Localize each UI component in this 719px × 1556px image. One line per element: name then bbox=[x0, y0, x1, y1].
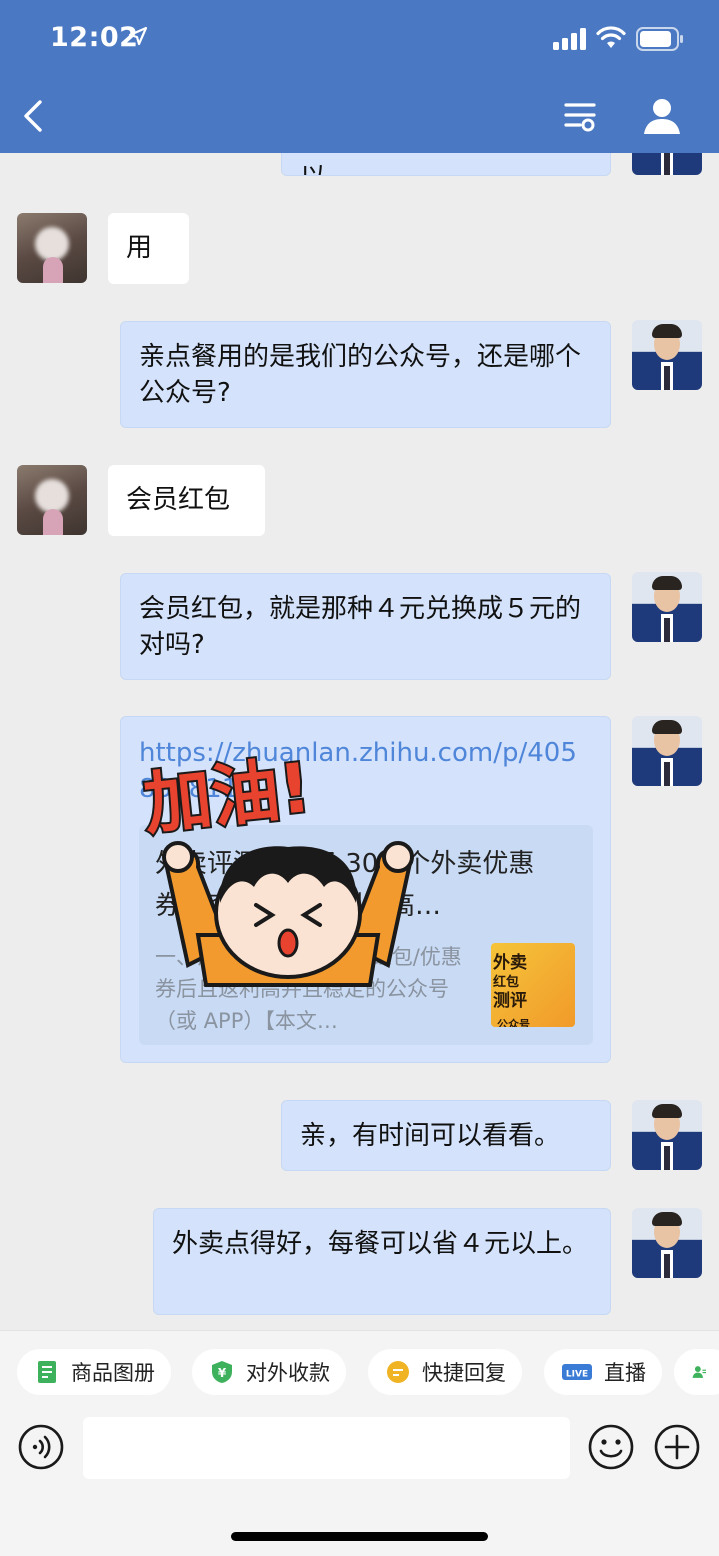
quick-action-label: 直播 bbox=[604, 1361, 646, 1385]
quick-action-quick-reply[interactable]: 快捷回复 bbox=[368, 1349, 522, 1395]
quick-action-live[interactable]: LIVE 直播 bbox=[544, 1349, 662, 1395]
wifi-icon bbox=[596, 26, 626, 48]
my-avatar[interactable] bbox=[632, 320, 702, 390]
message-bubble-outgoing[interactable]: 亲，有时间可以看看。 bbox=[281, 1100, 611, 1171]
link-card-thumbnail: 外卖 红包 测评 公众号 bbox=[491, 943, 575, 1027]
message-bubble-incoming[interactable]: 用 bbox=[108, 213, 189, 284]
cellular-signal-icon bbox=[553, 28, 586, 50]
cheer-sticker-graphic: 加油! bbox=[138, 747, 414, 987]
location-arrow-icon bbox=[128, 26, 148, 46]
contact-avatar[interactable] bbox=[17, 213, 87, 283]
message-text: 亲，如果有需要的话也可以 bbox=[300, 153, 586, 175]
header-bar: 12:02 bbox=[0, 0, 719, 153]
album-icon bbox=[38, 1361, 56, 1383]
contact-icon bbox=[692, 1366, 706, 1378]
home-indicator[interactable] bbox=[231, 1532, 488, 1541]
my-avatar[interactable] bbox=[632, 153, 702, 175]
cheer-sticker[interactable]: 加油! bbox=[138, 735, 438, 995]
message-input[interactable] bbox=[83, 1417, 570, 1479]
contact-avatar[interactable] bbox=[17, 465, 87, 535]
svg-text:LIVE: LIVE bbox=[566, 1370, 588, 1380]
message-bubble-outgoing[interactable]: 会员红包，就是那种４元兑换成５元的对吗? bbox=[120, 573, 611, 680]
message-text: 会员红包，就是那种４元兑换成５元的对吗? bbox=[139, 594, 582, 660]
my-avatar[interactable] bbox=[632, 1100, 702, 1170]
quick-reply-icon bbox=[387, 1361, 409, 1383]
my-avatar[interactable] bbox=[632, 716, 702, 786]
quick-action-collect-payment[interactable]: ¥ 对外收款 bbox=[192, 1349, 346, 1395]
message-bubble-outgoing[interactable]: 外卖点得好，每餐可以省４元以上。 bbox=[153, 1208, 611, 1315]
quick-action-product-album[interactable]: 商品图册 bbox=[17, 1349, 171, 1395]
live-icon: LIVE bbox=[562, 1364, 592, 1380]
svg-text:¥: ¥ bbox=[218, 1366, 227, 1380]
back-chevron-icon[interactable] bbox=[18, 96, 48, 136]
emoji-icon[interactable] bbox=[588, 1424, 634, 1470]
message-bubble-outgoing[interactable]: 亲，如果有需要的话也可以 bbox=[281, 153, 611, 176]
voice-input-icon[interactable] bbox=[18, 1424, 64, 1470]
chat-settings-icon[interactable] bbox=[562, 98, 598, 134]
my-avatar[interactable] bbox=[632, 1208, 702, 1278]
status-time: 12:02 bbox=[50, 22, 139, 53]
message-text: 亲，有时间可以看看。 bbox=[300, 1121, 561, 1151]
quick-action-label: 商品图册 bbox=[71, 1361, 155, 1385]
message-text: 会员红包 bbox=[126, 485, 231, 515]
message-text: 亲点餐用的是我们的公众号，还是哪个公众号? bbox=[139, 342, 582, 408]
thumb-text: 公众号 bbox=[497, 1018, 530, 1027]
quick-action-label: 快捷回复 bbox=[422, 1361, 506, 1385]
message-text: 用 bbox=[126, 233, 153, 263]
quick-action-contact[interactable] bbox=[674, 1349, 719, 1395]
message-bubble-outgoing[interactable]: 亲点餐用的是我们的公众号，还是哪个公众号? bbox=[120, 321, 611, 428]
user-profile-icon[interactable] bbox=[642, 96, 682, 136]
my-avatar[interactable] bbox=[632, 572, 702, 642]
add-more-icon[interactable] bbox=[654, 1424, 700, 1470]
sticker-text: 加油! bbox=[140, 749, 314, 845]
quick-action-label: 对外收款 bbox=[246, 1361, 330, 1385]
message-bubble-incoming[interactable]: 会员红包 bbox=[108, 465, 265, 536]
payment-shield-icon: ¥ bbox=[212, 1361, 232, 1383]
message-text: 外卖点得好，每餐可以省４元以上。 bbox=[172, 1229, 589, 1259]
battery-icon bbox=[636, 27, 683, 51]
